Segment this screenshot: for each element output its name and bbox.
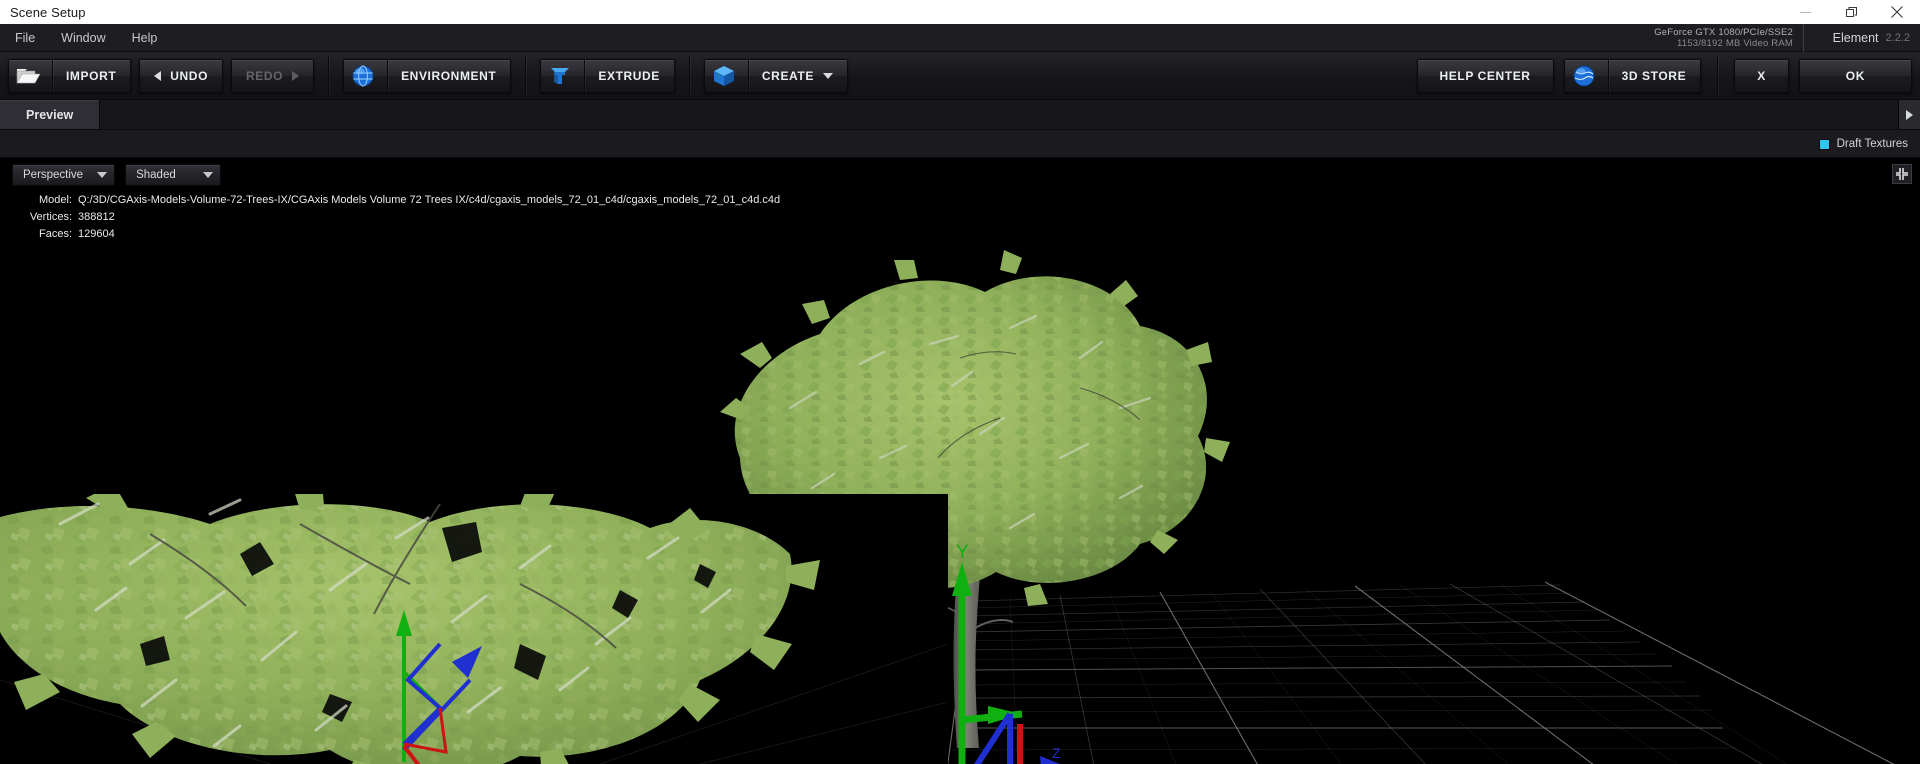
faces-label: Faces: (38, 228, 72, 240)
button-divider (387, 58, 389, 93)
tab-preview[interactable]: Preview (0, 100, 101, 129)
menu-file[interactable]: File (4, 27, 46, 49)
model-path-row: Model: Q:/3D/CGAxis-Models-Volume-72-Tre… (14, 192, 780, 209)
environment-button-label: ENVIRONMENT (401, 68, 497, 83)
3d-store-button[interactable]: 3D STORE (1563, 59, 1702, 93)
menu-help[interactable]: Help (121, 27, 169, 49)
create-button-label: CREATE (761, 68, 814, 83)
window-controls (1782, 0, 1920, 24)
extrude-button-label: EXTRUDE (598, 68, 660, 83)
undo-button-label: UNDO (170, 68, 208, 83)
tab-scroll-right-button[interactable] (1898, 100, 1920, 129)
folder-icon (16, 68, 41, 83)
cube-icon (713, 65, 734, 86)
tab-strip: Preview (0, 100, 1920, 130)
toolbar-separator (328, 55, 330, 96)
axis-z-label: Z (1052, 745, 1061, 761)
toolbar-separator (688, 55, 690, 96)
tab-preview-label: Preview (26, 107, 74, 122)
vertices-value: 388812 (78, 211, 115, 223)
3d-store-button-label: 3D STORE (1621, 69, 1687, 83)
draft-textures-checkbox[interactable] (1818, 138, 1830, 150)
options-bar: Draft Textures (0, 130, 1920, 158)
chevron-down-icon (203, 172, 214, 178)
menubar: File Window Help GeForce GTX 1080/PCIe/S… (0, 24, 1920, 52)
camera-mode-dropdown[interactable]: Perspective (12, 164, 116, 186)
extrude-icon (551, 67, 570, 84)
draft-textures-toggle[interactable]: Draft Textures (1818, 130, 1908, 158)
main-toolbar: IMPORT UNDO REDO ENVIRONMENT EXTRUDE CRE… (0, 52, 1920, 100)
axis-y-label: Y (956, 542, 969, 563)
button-divider (52, 58, 53, 93)
import-button-label: IMPORT (66, 68, 117, 83)
redo-button[interactable]: REDO (231, 58, 315, 93)
toolbar-separator (1717, 56, 1719, 96)
draft-textures-label: Draft Textures (1836, 138, 1908, 150)
viewport-controls: Perspective Shaded (12, 164, 222, 186)
redo-button-label: REDO (246, 68, 284, 83)
viewport-split-icon (1896, 168, 1908, 180)
restore-icon (1845, 6, 1857, 17)
toolbar-right-group: HELP CENTER 3D STORE X OK (1416, 52, 1912, 100)
shading-mode-dropdown[interactable]: Shaded (125, 164, 222, 186)
faces-value: 129604 (78, 228, 115, 240)
ok-button-label: OK (1845, 69, 1865, 83)
faces-row: Faces: 129604 (14, 226, 780, 243)
create-button[interactable]: CREATE (703, 58, 848, 93)
globe-icon (352, 65, 374, 86)
help-center-button-label: HELP CENTER (1439, 69, 1531, 83)
chevron-down-icon (97, 172, 108, 178)
ok-button[interactable]: OK (1798, 59, 1912, 93)
zoomed-canopy-viewport[interactable] (0, 494, 948, 764)
brand-block: Element 2.2.2 (1833, 24, 1910, 52)
gpu-memory: 1153/8192 MB Video RAM (1676, 38, 1793, 49)
camera-mode-value: Perspective (23, 169, 84, 181)
button-divider (584, 58, 586, 93)
chevron-right-icon (1906, 109, 1913, 120)
gpu-info: GeForce GTX 1080/PCIe/SSE2 1153/8192 MB … (1654, 24, 1804, 52)
model-path-value: Q:/3D/CGAxis-Models-Volume-72-Trees-IX/C… (78, 194, 781, 206)
brand-version: 2.2.2 (1885, 32, 1910, 44)
extrude-button[interactable]: EXTRUDE (540, 58, 675, 93)
gpu-device: GeForce GTX 1080/PCIe/SSE2 (1654, 27, 1793, 38)
chevron-down-icon (822, 72, 833, 79)
environment-button[interactable]: ENVIRONMENT (343, 58, 512, 93)
import-button[interactable]: IMPORT (8, 58, 132, 93)
restore-button[interactable] (1828, 0, 1874, 24)
window-titlebar: Scene Setup (0, 0, 1920, 24)
minimize-button[interactable] (1782, 0, 1828, 24)
menu-window[interactable]: Window (50, 27, 116, 49)
cancel-button-label: X (1757, 69, 1766, 83)
globe-icon (1573, 65, 1595, 87)
model-info-readout: Model: Q:/3D/CGAxis-Models-Volume-72-Tre… (14, 192, 780, 243)
help-center-button[interactable]: HELP CENTER (1416, 59, 1554, 93)
3d-viewport[interactable]: X Y Z Perspective Shaded Model: Q:/3D/CG… (0, 158, 1920, 764)
button-divider (747, 58, 749, 93)
undo-button[interactable]: UNDO (139, 58, 223, 93)
minimize-icon (1799, 11, 1811, 13)
button-divider (1607, 59, 1609, 93)
vertices-label: Vertices: (29, 211, 72, 223)
model-label: Model: (38, 194, 72, 206)
cancel-button[interactable]: X (1734, 59, 1789, 93)
arrow-left-icon (154, 70, 162, 81)
close-button[interactable] (1874, 0, 1920, 24)
vertices-row: Vertices: 388812 (14, 209, 780, 226)
toolbar-left-group: IMPORT UNDO REDO ENVIRONMENT EXTRUDE CRE… (0, 55, 848, 96)
arrow-right-icon (292, 70, 300, 81)
shading-mode-value: Shaded (136, 169, 176, 181)
window-title: Scene Setup (10, 4, 86, 20)
toolbar-separator (525, 55, 527, 96)
brand-name: Element (1832, 31, 1879, 45)
viewport-layout-button[interactable] (1892, 164, 1912, 184)
zoomed-canopy-scene (0, 494, 947, 764)
close-icon (1891, 6, 1903, 18)
